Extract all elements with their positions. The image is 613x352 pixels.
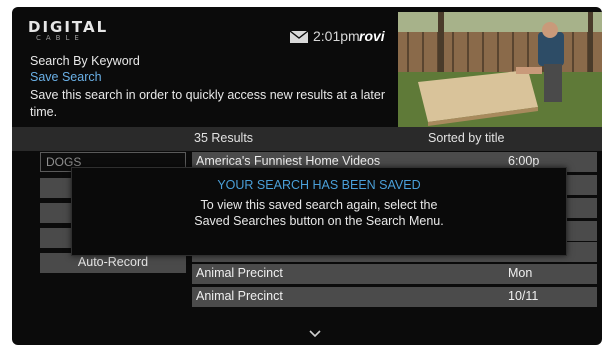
dialog-message: To view this saved search again, select …: [72, 197, 566, 229]
result-title: Animal Precinct: [196, 289, 283, 303]
description-text: Save this search in order to quickly acc…: [30, 88, 386, 119]
video-preview: [398, 12, 602, 127]
result-title: Animal Precinct: [196, 266, 283, 280]
auto-record-button[interactable]: Auto-Record: [40, 253, 186, 273]
screen-heading: Search By Keyword: [30, 54, 140, 68]
clock: 2:01pm: [313, 28, 360, 44]
confirmation-dialog: YOUR SEARCH HAS BEEN SAVED To view this …: [71, 167, 567, 256]
result-time: Mon: [508, 266, 533, 280]
sort-order[interactable]: Sorted by title: [428, 131, 504, 145]
mail-icon[interactable]: [290, 31, 308, 43]
results-count: 35 Results: [194, 131, 254, 145]
tv-screen: DIGITAL CABLE 2:01pm rovi Search By Keyw…: [12, 7, 602, 345]
auto-record-label: Auto-Record: [77, 255, 149, 269]
dialog-title: YOUR SEARCH HAS BEEN SAVED: [217, 178, 421, 192]
dialog-line-2: Saved Searches button on the Search Menu…: [194, 214, 444, 228]
results-header-bar: [12, 127, 602, 151]
result-time: 10/11: [508, 289, 539, 303]
result-time: 6:00p: [508, 154, 540, 168]
brand-logo: rovi: [359, 28, 385, 44]
dialog-line-1: To view this saved search again, select …: [200, 198, 438, 212]
chevron-down-icon[interactable]: [309, 325, 321, 343]
logo-subtitle: CABLE: [36, 34, 84, 42]
save-search-link[interactable]: Save Search: [30, 70, 102, 84]
result-title: America's Funniest Home Videos: [196, 154, 381, 168]
